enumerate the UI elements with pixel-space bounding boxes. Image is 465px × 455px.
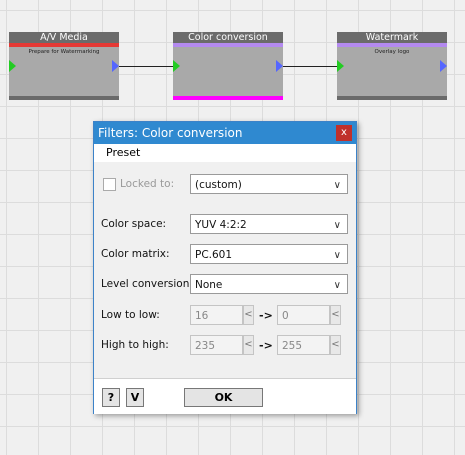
- menu-bar: Preset: [94, 144, 356, 162]
- node-title: Watermark: [337, 32, 447, 43]
- node-title: A/V Media: [9, 32, 119, 43]
- low-to-stepper[interactable]: <: [330, 305, 341, 325]
- high-to-stepper[interactable]: <: [330, 335, 341, 355]
- node-watermark[interactable]: Watermark Overlay logo: [337, 32, 447, 100]
- arrow-icon: ->: [259, 309, 273, 322]
- output-pin-icon[interactable]: [440, 60, 447, 72]
- level-conversion-label: Level conversion:: [101, 278, 193, 290]
- node-color-bar: [337, 43, 447, 47]
- v-button[interactable]: V: [126, 388, 144, 407]
- level-conversion-value: None: [195, 279, 223, 291]
- color-space-row: Color space: YUV 4:2:2 ∨: [101, 214, 348, 236]
- dialog-button-bar: ? V OK: [94, 378, 356, 414]
- level-conversion-row: Level conversion: None ∨: [101, 274, 348, 296]
- color-space-value: YUV 4:2:2: [195, 219, 247, 231]
- locked-select[interactable]: (custom) ∨: [190, 174, 348, 194]
- close-icon[interactable]: x: [336, 125, 352, 141]
- node-subtitle: Prepare for Watermarking: [28, 49, 100, 55]
- locked-row: Locked to: (custom) ∨: [101, 174, 348, 196]
- node-color-bar: [9, 43, 119, 47]
- low-row: Low to low: 16 < -> 0 <: [101, 305, 348, 327]
- low-from-field[interactable]: 16: [190, 305, 243, 325]
- node-av-media[interactable]: A/V Media Prepare for Watermarking: [9, 32, 119, 100]
- high-row: High to high: 235 < -> 255 <: [101, 335, 348, 357]
- color-matrix-select[interactable]: PC.601 ∨: [190, 244, 348, 264]
- output-pin-icon[interactable]: [276, 60, 283, 72]
- dialog-title: Filters: Color conversion: [98, 126, 243, 140]
- low-to-field[interactable]: 0: [277, 305, 330, 325]
- chevron-down-icon: ∨: [333, 220, 341, 231]
- color-space-label: Color space:: [101, 218, 167, 230]
- help-button[interactable]: ?: [102, 388, 120, 407]
- menu-preset[interactable]: Preset: [106, 146, 140, 159]
- color-matrix-label: Color matrix:: [101, 248, 170, 260]
- chevron-down-icon: ∨: [333, 180, 341, 191]
- node-link-2: [282, 66, 338, 67]
- low-label: Low to low:: [101, 309, 160, 321]
- node-title: Color conversion: [173, 32, 283, 43]
- color-matrix-value: PC.601: [195, 249, 233, 261]
- color-space-select[interactable]: YUV 4:2:2 ∨: [190, 214, 348, 234]
- locked-checkbox[interactable]: [103, 178, 116, 191]
- node-subtitle: Overlay logo: [374, 49, 410, 55]
- locked-label: Locked to:: [120, 178, 175, 190]
- high-from-stepper[interactable]: <: [243, 335, 254, 355]
- node-link-1: [118, 66, 174, 67]
- node-color-bar: [173, 43, 283, 47]
- high-from-field[interactable]: 235: [190, 335, 243, 355]
- filters-dialog: Filters: Color conversion x Preset Locke…: [93, 121, 357, 414]
- chevron-down-icon: ∨: [333, 280, 341, 291]
- input-pin-icon[interactable]: [9, 60, 16, 72]
- locked-value: (custom): [195, 179, 242, 191]
- color-matrix-row: Color matrix: PC.601 ∨: [101, 244, 348, 266]
- level-conversion-select[interactable]: None ∨: [190, 274, 348, 294]
- high-label: High to high:: [101, 339, 169, 351]
- dialog-titlebar[interactable]: Filters: Color conversion x: [94, 122, 356, 144]
- ok-button[interactable]: OK: [184, 388, 263, 407]
- chevron-down-icon: ∨: [333, 250, 341, 261]
- arrow-icon: ->: [259, 339, 273, 352]
- input-pin-icon[interactable]: [337, 60, 344, 72]
- node-bottom-bar: [9, 96, 119, 100]
- node-bottom-bar: [337, 96, 447, 100]
- output-pin-icon[interactable]: [112, 60, 119, 72]
- node-color-conversion[interactable]: Color conversion: [173, 32, 283, 100]
- node-bottom-bar: [173, 96, 283, 100]
- input-pin-icon[interactable]: [173, 60, 180, 72]
- low-from-stepper[interactable]: <: [243, 305, 254, 325]
- high-to-field[interactable]: 255: [277, 335, 330, 355]
